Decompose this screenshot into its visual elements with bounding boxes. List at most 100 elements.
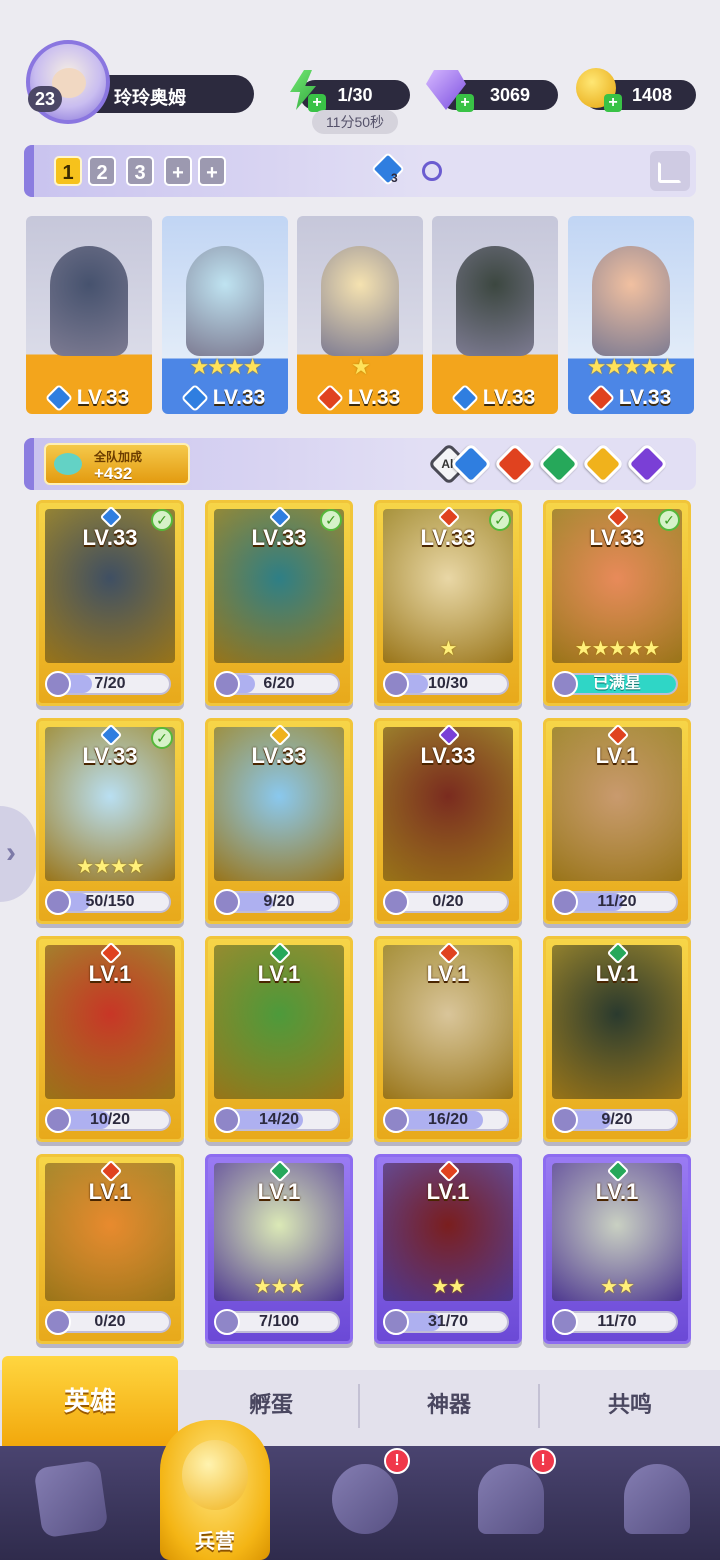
team-element-count: 3: [391, 171, 398, 185]
hero-level: LV.33: [82, 743, 138, 768]
cards-icon: [33, 1459, 109, 1539]
shard-progress-text: 9/20: [263, 893, 295, 910]
team-slot-4[interactable]: LV.33: [432, 216, 558, 414]
hero-filter-bar: 全队加成 +432 All: [24, 438, 696, 490]
team-bar-accent: [24, 145, 34, 197]
team-tab-1[interactable]: 1: [54, 156, 82, 186]
team-hero-level-row: LV.33: [26, 384, 152, 413]
hero-card[interactable]: ✓ LV.33 ★ 10/30: [374, 500, 522, 706]
shard-progress-bar: 31/70: [383, 1309, 509, 1335]
search-icon[interactable]: [422, 161, 442, 181]
team-bonus-button[interactable]: 全队加成 +432: [44, 443, 190, 485]
hero-card[interactable]: LV.1 0/20: [36, 1154, 184, 1344]
coins-add-icon[interactable]: +: [604, 94, 622, 112]
shard-progress-text: 16/20: [427, 1111, 469, 1128]
hero-card[interactable]: LV.1 16/20: [374, 936, 522, 1142]
team-hero-level: LV.33: [482, 386, 536, 409]
team-bonus-value: +432: [94, 464, 133, 483]
nav-guild[interactable]: [612, 1460, 702, 1546]
hero-stars: ★: [439, 638, 458, 660]
codex-icon: [332, 1464, 398, 1534]
filter-light-icon[interactable]: [581, 442, 625, 486]
hero-card[interactable]: LV.1 ★★ 11/70: [543, 1154, 691, 1344]
filter-fire-icon[interactable]: [493, 442, 537, 486]
nav-codex[interactable]: !: [320, 1448, 410, 1546]
energy-timer: 11分50秒: [312, 110, 398, 134]
team-hero-stars: ★★★★★: [586, 354, 678, 379]
team-hero-portrait: [456, 246, 534, 356]
team-slot-5[interactable]: ★★★★★ LV.33: [568, 216, 694, 414]
gems-value: 3069: [489, 85, 531, 105]
shard-progress-text: 已满星: [592, 675, 641, 692]
team-hero-portrait: [592, 246, 670, 356]
bottom-navigation: ! !: [0, 1446, 720, 1560]
hero-card[interactable]: LV.1 9/20: [543, 936, 691, 1142]
hero-card[interactable]: ✓ LV.33 7/20: [36, 500, 184, 706]
team-hero-portrait: [50, 246, 128, 356]
shard-progress-text: 0/20: [432, 893, 464, 910]
team-element-gem-icon: [371, 152, 405, 186]
shop-icon: [478, 1464, 544, 1534]
shard-progress-bar: 11/20: [552, 889, 678, 915]
shard-progress-text: 11/20: [597, 893, 637, 910]
nav-barracks-label: 兵营: [195, 1531, 235, 1553]
hero-card[interactable]: LV.1 ★★ 31/70: [374, 1154, 522, 1344]
hero-level: LV.1: [595, 961, 639, 986]
team-tab-2[interactable]: 2: [88, 156, 116, 186]
player-level-badge: 23: [28, 86, 62, 112]
hero-card[interactable]: LV.33 0/20: [374, 718, 522, 924]
nav-cards[interactable]: [26, 1459, 116, 1546]
hero-card[interactable]: LV.33 9/20: [205, 718, 353, 924]
hero-card[interactable]: ✓ LV.33 ★★★★★ 已满星: [543, 500, 691, 706]
team-slot-2[interactable]: ★★★★ LV.33: [162, 216, 288, 414]
team-tab-3[interactable]: 3: [126, 156, 154, 186]
shard-progress-bar: 16/20: [383, 1107, 509, 1133]
hero-level: LV.33: [251, 525, 307, 550]
shard-progress-text: 31/70: [427, 1313, 469, 1330]
shard-progress-text: 0/20: [94, 1313, 126, 1330]
fire-element-icon: [315, 384, 344, 413]
team-hero-level: LV.33: [212, 386, 266, 409]
share-button[interactable]: [650, 151, 690, 191]
team-tab-add-1[interactable]: +: [164, 156, 192, 186]
mushroom-icon: [624, 1464, 690, 1534]
team-selector-bar: 1 2 3 + + 3: [24, 145, 696, 197]
hero-card[interactable]: LV.1 14/20: [205, 936, 353, 1142]
shard-progress-text: 7/100: [258, 1313, 300, 1330]
gems-add-icon[interactable]: +: [456, 94, 474, 112]
hero-level: LV.33: [251, 743, 307, 768]
hero-stars: ★★★★★: [574, 638, 661, 660]
hero-level: LV.33: [420, 525, 476, 550]
shard-progress-bar: 9/20: [552, 1107, 678, 1133]
hero-stars: ★★: [600, 1276, 635, 1298]
subtab-artifacts[interactable]: 神器: [360, 1370, 538, 1446]
hero-card[interactable]: LV.1 10/20: [36, 936, 184, 1142]
hero-stars: ★★: [431, 1276, 466, 1298]
energy-value: 1/30: [337, 85, 373, 105]
filter-wind-icon[interactable]: [537, 442, 581, 486]
hero-card[interactable]: ✓ LV.33 ★★★★ 50/150: [36, 718, 184, 924]
hero-card[interactable]: ✓ LV.33 6/20: [205, 500, 353, 706]
shard-progress-text: 6/20: [263, 675, 295, 692]
nav-shop[interactable]: !: [466, 1448, 556, 1546]
player-name: 玲玲奥姆: [114, 88, 186, 108]
subtab-resonance[interactable]: 共鸣: [540, 1370, 720, 1446]
shard-progress-bar: 0/20: [45, 1309, 171, 1335]
team-slot-3[interactable]: ★ LV.33: [297, 216, 423, 414]
hero-card[interactable]: LV.1 ★★★ 7/100: [205, 1154, 353, 1344]
team-bonus-label: 全队加成: [94, 450, 143, 464]
side-panel-toggle[interactable]: ›: [0, 806, 36, 902]
subtab-heroes[interactable]: 英雄: [2, 1356, 178, 1446]
filter-dark-icon[interactable]: [625, 442, 669, 486]
team-hero-level-row: LV.33: [568, 384, 694, 413]
team-tab-add-2[interactable]: +: [198, 156, 226, 186]
team-hero-level: LV.33: [76, 386, 130, 409]
nav-barracks[interactable]: 兵营: [160, 1420, 270, 1560]
team-hero-level: LV.33: [618, 386, 672, 409]
team-hero-portrait: [321, 246, 399, 356]
coins-value: 1408: [631, 85, 673, 105]
team-slot-1[interactable]: LV.33: [26, 216, 152, 414]
hero-stars: ★★★: [253, 1276, 306, 1298]
hero-card[interactable]: LV.1 11/20: [543, 718, 691, 924]
shard-progress-bar: 10/20: [45, 1107, 171, 1133]
